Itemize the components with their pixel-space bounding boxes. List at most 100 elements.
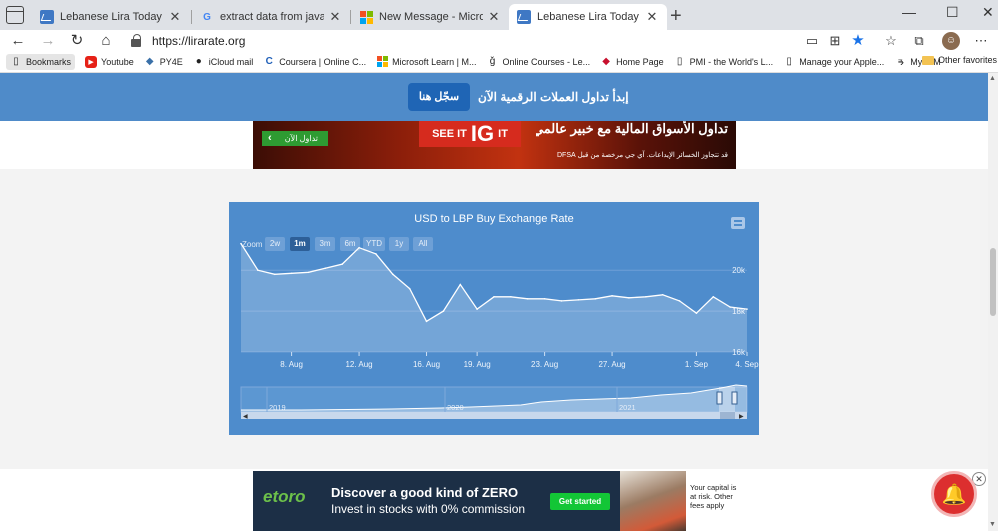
data-point [594, 298, 596, 300]
ig-headline: تداول الأسواق المالية مع خبير عالمي [536, 121, 728, 136]
etoro-get-started-button[interactable]: Get started [550, 493, 610, 510]
tab-google-search[interactable]: G extract data from java webpage ✕ [192, 4, 350, 30]
bookmark-label: Youtube [101, 56, 134, 67]
ig-trade-button[interactable]: تداول الآن [262, 131, 328, 146]
bookmark-py4e[interactable]: ◆ PY4E [144, 56, 183, 68]
address-bar[interactable]: https://lirarate.org [130, 31, 870, 51]
tab-actions-menu-icon[interactable] [6, 6, 24, 24]
etoro-risk-note: Your capital is at risk. Other fees appl… [690, 483, 737, 510]
bookmark-youtube[interactable]: ▶ Youtube [85, 55, 134, 68]
notification-bell-icon[interactable]: 🔔 [931, 471, 977, 517]
tab-lebanese-lira-active[interactable]: Lebanese Lira Today | Dollar to L ✕ [509, 4, 667, 30]
apple-icon: ● [195, 56, 202, 67]
data-point [661, 293, 664, 296]
x-tick-label: 27. Aug [598, 360, 625, 369]
tab-title: Lebanese Lira Today | Dollar to L [537, 11, 641, 23]
scroll-up-icon[interactable]: ▲ [989, 75, 996, 82]
bookmarks-bar: ▯ Bookmarks ▶ Youtube ◆ PY4E ● iCloud ma… [0, 51, 998, 73]
chart-icon [40, 10, 54, 24]
bookmark-label: PY4E [159, 56, 183, 67]
scrollbar-thumb[interactable] [990, 248, 996, 316]
bookmark-coursera[interactable]: C Coursera | Online C... [263, 56, 367, 68]
ig-advert[interactable]: تداول الآن SEE IT IG IT تداول الأسواق ال… [253, 121, 736, 169]
favorites-icon[interactable]: ☆ [882, 32, 900, 50]
favorite-star-icon[interactable]: ★ [849, 32, 867, 50]
bookmark-label: Bookmarks [26, 56, 72, 67]
tab-microsoft-message[interactable]: New Message - Microsoft Tech C ✕ [351, 4, 509, 30]
bookmark-online-courses[interactable]: ǧ Online Courses - Le... [487, 56, 591, 68]
apps-icon[interactable]: ⊞ [826, 32, 844, 50]
bookmark-bookmarks[interactable]: ▯ Bookmarks [6, 53, 76, 70]
data-point [476, 308, 478, 310]
bookmark-label: Home Page [616, 56, 664, 67]
close-tab-icon[interactable]: ✕ [487, 9, 501, 25]
chevron-right-icon[interactable]: › [900, 55, 904, 69]
exchange-rate-chart[interactable]: USD to LBP Buy Exchange Rate Zoom 2w 1m … [229, 202, 759, 435]
etoro-advert[interactable]: etoro Discover a good kind of ZERO Inves… [253, 471, 686, 531]
refresh-icon[interactable]: ↻ [67, 31, 87, 51]
ig-disclaimer: قد تتجاوز الخسائر الإيداعات. آي جي مرخصة… [557, 152, 728, 159]
bookmark-pmi[interactable]: ▯ PMI - the World's L... [674, 56, 773, 68]
signup-button[interactable]: سجّل هنا [408, 83, 470, 111]
chart-icon [517, 10, 531, 24]
url-text: https://lirarate.org [152, 34, 246, 48]
maximize-icon[interactable]: ☐ [946, 4, 959, 21]
home-icon[interactable]: ⌂ [96, 31, 116, 51]
page-content: سجّل هنا إبدأ تداول العملات الرقمية الآن… [0, 73, 998, 531]
lock-icon[interactable] [130, 34, 144, 48]
page-icon: ▯ [13, 56, 19, 67]
chart-plot[interactable]: 20k18k16k8. Aug 12. Aug 16. Aug 19. Aug 23. … [229, 202, 759, 435]
new-tab-icon[interactable]: + [670, 6, 682, 26]
close-tab-icon[interactable]: ✕ [168, 9, 182, 25]
forward-icon[interactable]: → [38, 31, 58, 51]
shield-icon: ◆ [602, 56, 610, 67]
x-tick-label: 1. Sep [685, 360, 709, 369]
data-point [628, 297, 630, 299]
navigator-year-label: 2021 [619, 403, 636, 412]
page-scrollbar[interactable]: ▲ ▼ [988, 73, 998, 531]
data-point [257, 269, 259, 272]
ig-logo-right: IT [498, 128, 508, 140]
microsoft-icon [376, 56, 388, 68]
collections-icon[interactable]: ⧉ [910, 32, 928, 50]
bookmark-apple[interactable]: ▯ Manage your Apple... [783, 56, 884, 68]
data-point [678, 300, 681, 302]
data-point [273, 273, 276, 276]
bookmark-microsoft-learn[interactable]: Microsoft Learn | M... [376, 56, 477, 68]
navigator-year-label: 2020 [447, 403, 464, 412]
bookmark-label: Microsoft Learn | M... [392, 56, 477, 67]
close-tab-icon[interactable]: ✕ [328, 9, 342, 25]
data-point [560, 300, 563, 302]
python-icon: ◆ [145, 56, 154, 67]
other-favorites[interactable]: Other favorites [922, 55, 997, 65]
data-point [358, 246, 360, 249]
bookmark-home-page[interactable]: ◆ Home Page [600, 56, 664, 68]
etoro-logo: etoro [263, 487, 306, 506]
navigator-handle-left [716, 391, 723, 405]
data-point [408, 287, 411, 290]
y-tick-label: 20k [732, 266, 746, 275]
back-icon[interactable]: ← [8, 31, 28, 51]
scroll-down-icon[interactable]: ▼ [989, 521, 996, 528]
bookmark-label: Online Courses - Le... [502, 56, 591, 67]
close-tab-icon[interactable]: ✕ [645, 9, 659, 25]
read-aloud-icon[interactable]: ▭ [803, 32, 821, 50]
x-tick-label: 19. Aug [464, 360, 491, 369]
minimize-icon[interactable]: — [902, 4, 916, 20]
data-point [510, 296, 512, 298]
google-icon: G [203, 11, 211, 23]
bookmark-icloud[interactable]: ● iCloud mail [193, 56, 254, 68]
data-point [240, 242, 242, 245]
data-point [526, 298, 529, 300]
data-point [611, 294, 613, 297]
profile-avatar[interactable]: ☺ [942, 32, 960, 50]
data-point [290, 272, 293, 275]
coursera-icon: C [265, 56, 273, 67]
data-point [459, 283, 462, 286]
close-window-icon[interactable]: ✕ [982, 4, 994, 21]
tab-lebanese-lira-1[interactable]: Lebanese Lira Today | Dollar to L ✕ [32, 4, 190, 30]
settings-more-icon[interactable]: ⋯ [972, 32, 990, 50]
x-tick-label: 4. Sep [735, 360, 759, 369]
x-tick-label: 16. Aug [413, 360, 440, 369]
ig-logo: SEE IT IG IT [419, 121, 521, 147]
